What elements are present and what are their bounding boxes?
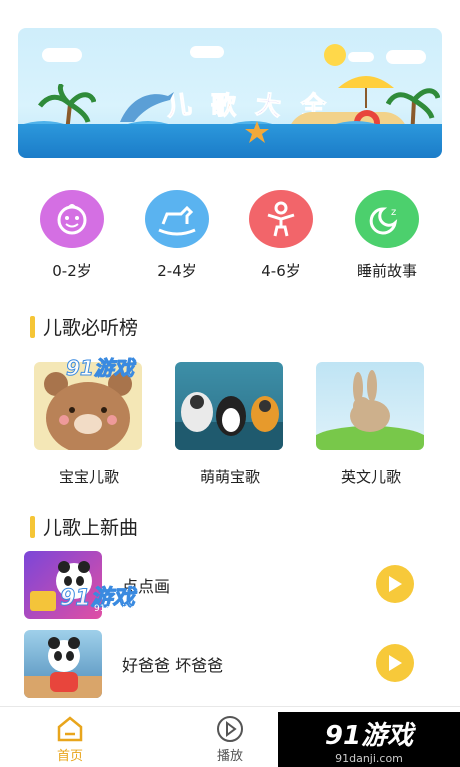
hot-item-english-songs[interactable]: 英文儿歌 <box>316 362 426 487</box>
starfish-icon <box>245 121 269 143</box>
panda-thumbnail <box>24 630 102 698</box>
hot-item-label: 萌萌宝歌 <box>199 468 260 486</box>
hot-item-cute-songs[interactable]: 萌萌宝歌 <box>175 362 285 487</box>
cloud-icon <box>386 50 426 64</box>
section-title-hot: 儿歌必听榜 <box>30 313 138 340</box>
cloud-icon <box>348 52 374 62</box>
home-banner[interactable]: 儿 歌 大 全 <box>18 28 442 158</box>
sea <box>18 124 442 158</box>
hot-item-label: 宝宝儿歌 <box>58 468 119 486</box>
category-2-4[interactable]: 2-4岁 <box>132 190 222 281</box>
sun-icon <box>324 44 346 66</box>
play-circle-icon <box>215 715 245 743</box>
play-icon <box>389 576 402 592</box>
play-button[interactable] <box>376 644 414 682</box>
cloud-icon <box>42 48 82 62</box>
watermark-overlay-url: 91danji.com <box>94 604 150 614</box>
cartoon-crew-thumbnail <box>175 362 283 450</box>
age-categories: 0-2岁 2-4岁 4-6岁 z 睡前故事 <box>0 190 460 290</box>
tab-play[interactable]: 播放 <box>200 715 260 764</box>
moon-sleep-icon: z <box>355 190 419 248</box>
section-title-new: 儿歌上新曲 <box>30 513 138 540</box>
rocking-horse-icon <box>145 190 209 248</box>
svg-text:z: z <box>391 207 396 218</box>
category-label: 2-4岁 <box>157 262 197 280</box>
play-icon <box>389 655 402 671</box>
site-watermark: 91游戏 91danji.com <box>278 712 460 767</box>
category-label: 4-6岁 <box>261 262 301 280</box>
category-0-2[interactable]: 0-2岁 <box>27 190 117 281</box>
rabbit-thumbnail <box>316 362 424 450</box>
baby-face-icon <box>40 190 104 248</box>
child-figure-icon <box>249 190 313 248</box>
category-bedtime-story[interactable]: z 睡前故事 <box>342 190 432 281</box>
category-label: 0-2岁 <box>52 262 92 280</box>
tab-home[interactable]: 首页 <box>40 715 100 764</box>
play-button[interactable] <box>376 565 414 603</box>
song-name: 好爸爸 坏爸爸 <box>122 656 224 675</box>
cloud-icon <box>190 46 224 58</box>
category-label: 睡前故事 <box>356 262 417 280</box>
new-song-row[interactable]: 好爸爸 坏爸爸 <box>24 630 444 700</box>
home-icon <box>55 715 85 743</box>
category-4-6[interactable]: 4-6岁 <box>236 190 326 281</box>
hot-item-label: 英文儿歌 <box>340 468 401 486</box>
watermark-overlay: 91游戏 <box>66 356 135 381</box>
